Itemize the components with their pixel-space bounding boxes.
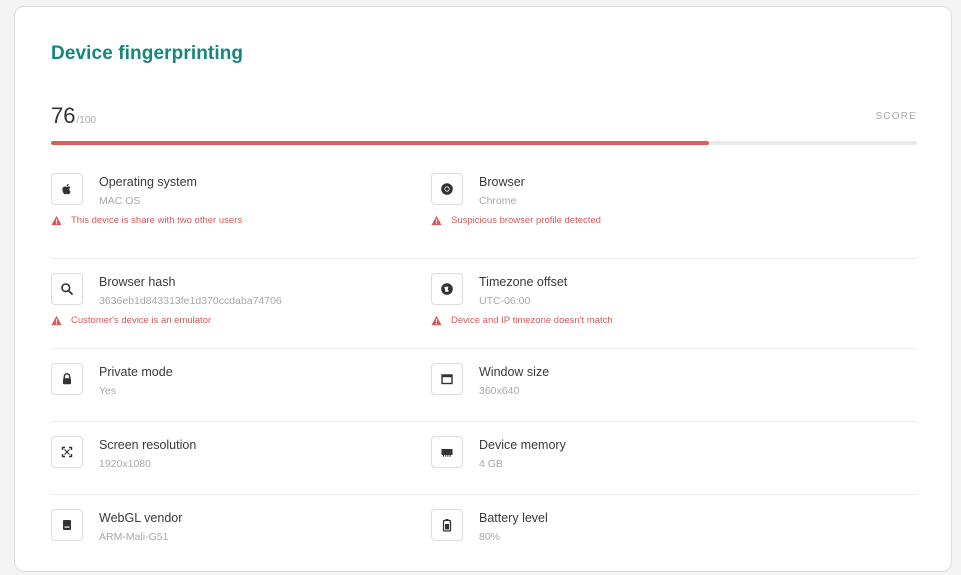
warning-message: Customer's device is an emulator (51, 315, 431, 326)
warning-text: Customer's device is an emulator (71, 315, 212, 326)
warning-icon (431, 215, 442, 226)
score-label: SCORE (875, 111, 917, 122)
chrome-icon (431, 173, 463, 205)
item-label: Window size (479, 365, 550, 379)
item-label: Browser hash (99, 275, 176, 289)
score-bar-track (51, 141, 917, 145)
score-bar-fill (51, 141, 710, 145)
warning-message: This device is share with two other user… (51, 215, 431, 226)
fingerprint-row: Operating system MAC OS This device is s… (51, 173, 917, 259)
warning-message: Suspicious browser profile detected (431, 215, 917, 226)
item-timezone-offset: Timezone offset UTC-06:00 Device and IP … (431, 273, 917, 348)
search-icon (51, 273, 83, 305)
item-label: Battery level (479, 511, 548, 525)
item-value: 3636eb1d843313fe1d370ccdaba74706 (99, 295, 282, 307)
item-browser-hash: Browser hash 3636eb1d843313fe1d370ccdaba… (51, 273, 431, 348)
globe-icon (431, 273, 463, 305)
battery-icon (431, 509, 463, 541)
item-battery-level: Battery level 80% (431, 509, 917, 565)
warning-icon (51, 215, 62, 226)
item-label: Screen resolution (99, 438, 197, 452)
item-label: WebGL vendor (99, 511, 183, 525)
warning-text: Suspicious browser profile detected (451, 215, 601, 226)
fingerprint-row: Private mode Yes Window size 360x640 (51, 349, 917, 422)
item-webgl-vendor: WebGL vendor ARM-Mali-G51 (51, 509, 431, 565)
item-operating-system: Operating system MAC OS This device is s… (51, 173, 431, 258)
warning-text: This device is share with two other user… (71, 215, 243, 226)
item-value: 360x640 (479, 385, 520, 397)
item-value: 1920x1080 (99, 458, 151, 470)
item-window-size: Window size 360x640 (431, 363, 917, 421)
score-value: 76 (51, 103, 76, 128)
item-private-mode: Private mode Yes (51, 363, 431, 421)
memory-icon (431, 436, 463, 468)
warning-message: Device and IP timezone doesn't match (431, 315, 917, 326)
fingerprint-row: Browser hash 3636eb1d843313fe1d370ccdaba… (51, 259, 917, 349)
item-label: Private mode (99, 365, 173, 379)
lock-icon (51, 363, 83, 395)
item-value: ARM-Mali-G51 (99, 531, 169, 543)
chip-icon (51, 509, 83, 541)
card-title: Device fingerprinting (51, 43, 244, 64)
warning-icon (51, 315, 62, 326)
item-label: Timezone offset (479, 275, 568, 289)
item-browser: Browser Chrome Suspicious browser profil… (431, 173, 917, 258)
device-fingerprinting-card: Device fingerprinting 76/100 SCORE Opera… (14, 6, 952, 572)
score-row: 76/100 SCORE (51, 103, 917, 133)
item-value: 80% (479, 531, 501, 543)
fingerprint-row: WebGL vendor ARM-Mali-G51 Battery level … (51, 495, 917, 565)
item-label: Browser (479, 175, 525, 189)
item-value: 4 GB (479, 458, 503, 470)
item-value: MAC OS (99, 195, 141, 207)
item-label: Device memory (479, 438, 566, 452)
item-value: UTC-06:00 (479, 295, 531, 307)
item-value: Chrome (479, 195, 517, 207)
resize-icon (51, 436, 83, 468)
warning-text: Device and IP timezone doesn't match (451, 315, 613, 326)
apple-icon (51, 173, 83, 205)
item-value: Yes (99, 385, 117, 397)
item-screen-resolution: Screen resolution 1920x1080 (51, 436, 431, 494)
score-value-group: 76/100 (51, 103, 96, 129)
score-max: /100 (76, 115, 96, 126)
fingerprint-grid: Operating system MAC OS This device is s… (51, 173, 917, 565)
warning-icon (431, 315, 442, 326)
item-device-memory: Device memory 4 GB (431, 436, 917, 494)
fingerprint-row: Screen resolution 1920x1080 Device memor… (51, 422, 917, 495)
window-icon (431, 363, 463, 395)
item-label: Operating system (99, 175, 197, 189)
